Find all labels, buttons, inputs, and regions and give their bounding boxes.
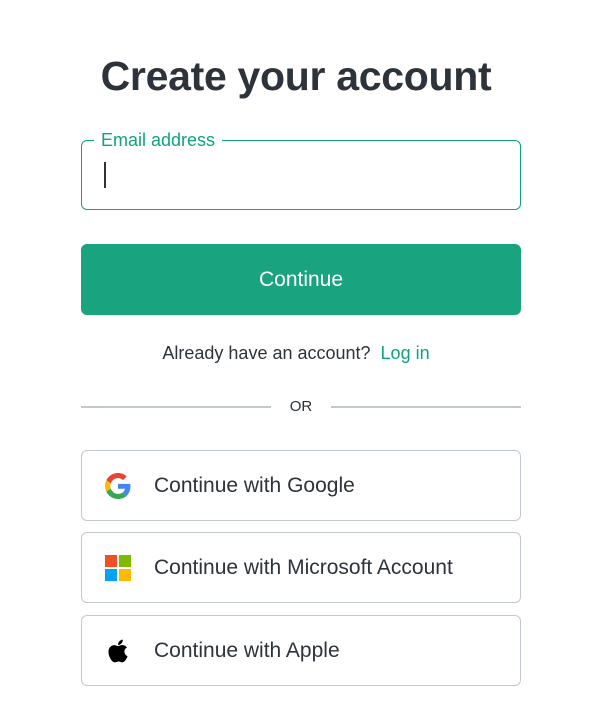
email-field-label: Email address — [94, 129, 223, 151]
login-prompt-row: Already have an account? Log in — [0, 341, 592, 365]
continue-button[interactable]: Continue — [81, 244, 521, 315]
microsoft-icon — [105, 555, 131, 581]
google-button-label: Continue with Google — [154, 474, 355, 497]
page-title: Create your account — [100, 53, 492, 99]
email-field[interactable]: Email address — [81, 129, 521, 210]
continue-with-google-button[interactable]: Continue with Google — [81, 450, 521, 521]
text-caret — [104, 162, 106, 188]
continue-with-apple-button[interactable]: Continue with Apple — [81, 615, 521, 686]
apple-icon — [105, 638, 131, 664]
divider-line-right — [331, 406, 521, 408]
divider-or-text: OR — [289, 398, 313, 415]
apple-button-label: Continue with Apple — [154, 639, 340, 662]
continue-with-microsoft-button[interactable]: Continue with Microsoft Account — [81, 532, 521, 603]
divider-line-left — [81, 406, 271, 408]
login-prompt-text: Already have an account? — [162, 343, 371, 363]
microsoft-button-label: Continue with Microsoft Account — [154, 556, 453, 579]
google-icon — [105, 473, 131, 499]
login-link[interactable]: Log in — [381, 343, 430, 363]
email-input[interactable] — [98, 155, 510, 195]
